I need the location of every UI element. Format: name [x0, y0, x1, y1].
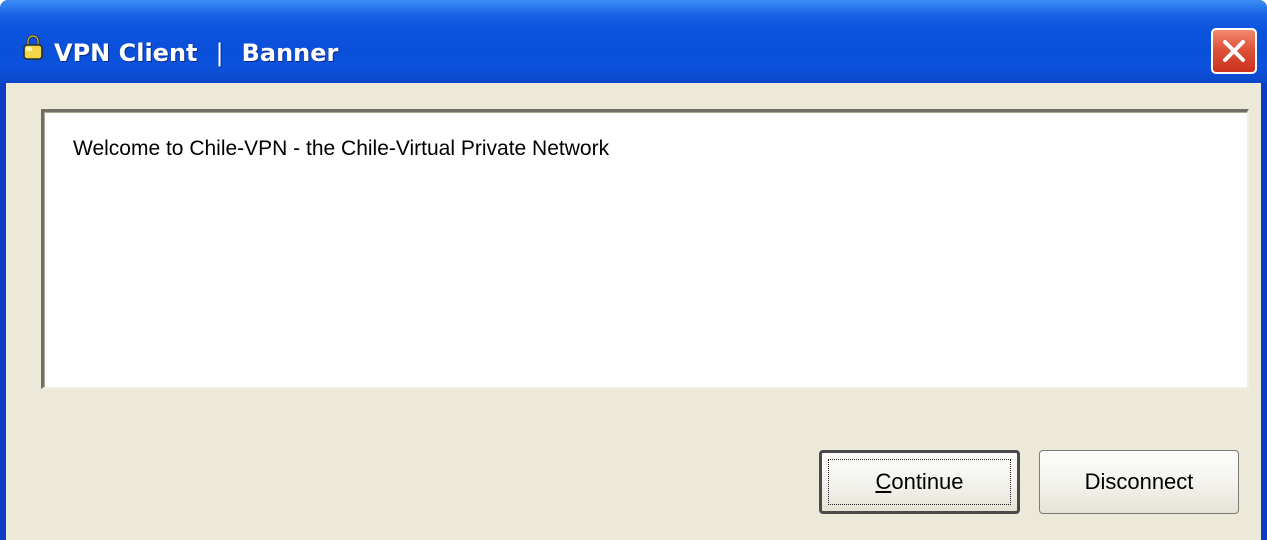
- section-name: Banner: [241, 39, 339, 67]
- app-name: VPN Client: [54, 39, 198, 67]
- banner-message: Welcome to Chile-VPN - the Chile-Virtual…: [73, 137, 610, 160]
- lock-icon: [23, 34, 43, 60]
- vpn-banner-window: VPN Client | Banner Welcome to Chile-VPN -…: [0, 0, 1267, 540]
- continue-button[interactable]: Continue: [819, 450, 1020, 514]
- banner-text-area[interactable]: Welcome to Chile-VPN - the Chile-Virtual…: [41, 109, 1249, 389]
- title-bar[interactable]: VPN Client | Banner: [0, 0, 1267, 83]
- dialog-body: Welcome to Chile-VPN - the Chile-Virtual…: [6, 83, 1261, 540]
- title-separator: |: [215, 39, 224, 67]
- close-icon: [1223, 40, 1245, 62]
- focus-rectangle: [828, 459, 1011, 505]
- close-button[interactable]: [1211, 28, 1257, 74]
- disconnect-button[interactable]: Disconnect: [1039, 450, 1239, 514]
- window-title: VPN Client | Banner: [54, 36, 338, 70]
